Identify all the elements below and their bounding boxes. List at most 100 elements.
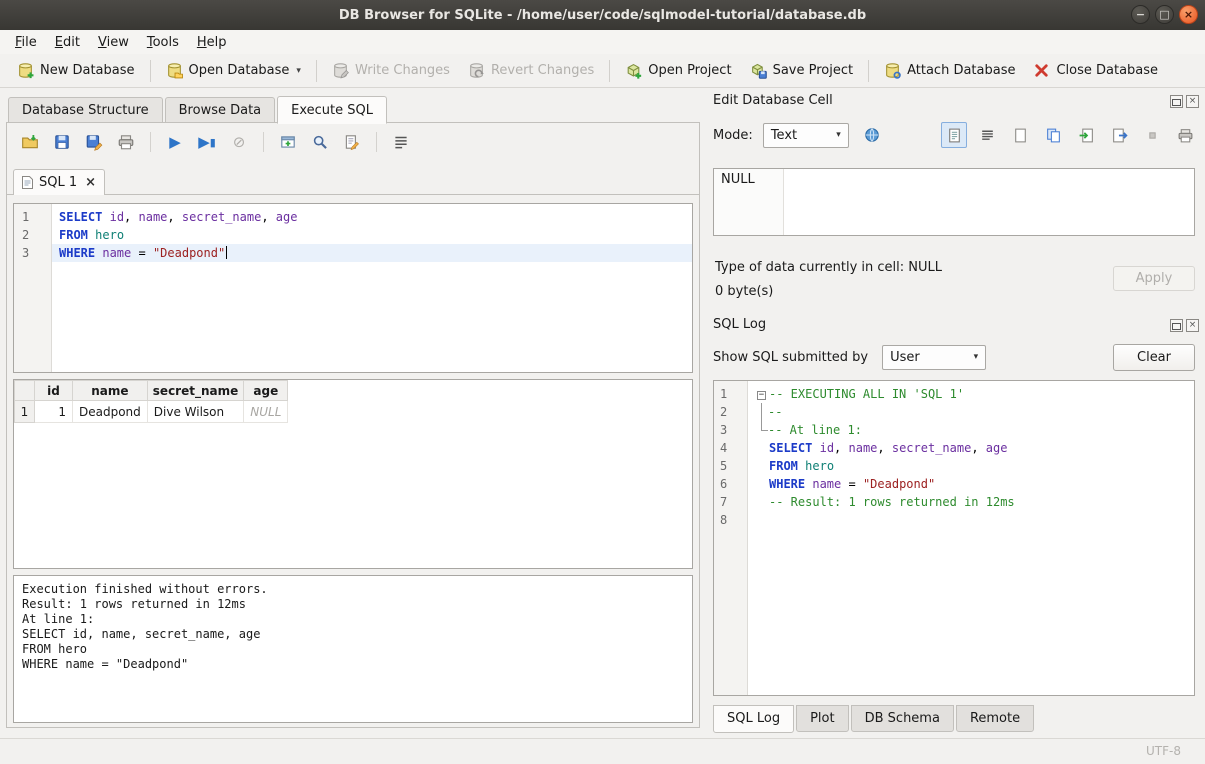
import-cell-button[interactable] <box>1073 122 1099 148</box>
document-pencil-icon <box>343 133 361 151</box>
export-icon <box>1111 127 1128 144</box>
undock-icon[interactable] <box>1170 95 1183 108</box>
log-gutter: 12345678 <box>714 381 748 695</box>
save-project-button[interactable]: Save Project <box>741 57 863 84</box>
copy-cell-button[interactable] <box>1040 122 1066 148</box>
status-bar: UTF-8 <box>0 738 1205 764</box>
sql-editor[interactable]: 123 SELECT id, name, secret_name, ageFRO… <box>13 203 693 373</box>
message-line: WHERE name = "Deadpond" <box>22 657 684 672</box>
document-icon <box>22 176 33 189</box>
menu-file[interactable]: File <box>6 32 46 53</box>
tab-plot[interactable]: Plot <box>796 705 849 732</box>
red-x-icon <box>1033 62 1050 79</box>
printer-icon <box>1177 127 1194 144</box>
tab-remote[interactable]: Remote <box>956 705 1034 732</box>
revert-changes-button[interactable]: Revert Changes <box>459 57 603 84</box>
menu-help[interactable]: Help <box>188 32 236 53</box>
open-database-dropdown-icon[interactable]: ▾ <box>296 66 301 76</box>
message-line: SELECT id, name, secret_name, age <box>22 627 684 642</box>
save-sql-as-button[interactable] <box>81 129 107 155</box>
attach-database-button[interactable]: Attach Database <box>875 57 1024 84</box>
mode-select[interactable]: Text ▾ <box>763 123 849 148</box>
open-sql-file-button[interactable] <box>17 129 43 155</box>
tab-database-structure[interactable]: Database Structure <box>8 97 163 123</box>
tab-execute-sql[interactable]: Execute SQL <box>277 96 387 124</box>
sql-log-title: SQL Log <box>713 317 766 332</box>
log-line: -- Result: 1 rows returned in 12ms <box>748 493 1194 511</box>
write-changes-button[interactable]: Write Changes <box>323 57 459 84</box>
export-cell-button[interactable] <box>1106 122 1132 148</box>
printer-icon <box>117 133 135 151</box>
row-header[interactable]: 1 <box>15 401 35 423</box>
cell-age[interactable]: NULL <box>244 401 288 423</box>
cell-secret_name[interactable]: Dive Wilson <box>147 401 243 423</box>
log-line <box>748 511 1194 529</box>
cell-editor[interactable]: NULL <box>713 168 1195 236</box>
find-replace-button[interactable] <box>307 129 333 155</box>
folder-open-icon <box>21 133 39 151</box>
close-panel-icon[interactable]: × <box>1186 95 1199 108</box>
submitter-select[interactable]: User ▾ <box>882 345 986 370</box>
sql-file-tab[interactable]: SQL 1 × <box>13 169 105 195</box>
cell-options-button[interactable] <box>859 122 885 148</box>
stop-execution-button[interactable]: ⊘ <box>226 129 252 155</box>
set-null-button[interactable] <box>1139 122 1165 148</box>
fold-marker-icon <box>761 421 768 431</box>
fold-marker-icon[interactable]: − <box>757 391 766 400</box>
menu-edit[interactable]: Edit <box>46 32 89 53</box>
print-cell-button[interactable] <box>1172 122 1198 148</box>
execute-line-button[interactable]: ▶▮ <box>194 129 220 155</box>
line-number: 3 <box>720 421 747 439</box>
play-line-icon: ▶ <box>198 135 210 150</box>
print-sql-button[interactable] <box>113 129 139 155</box>
new-database-button[interactable]: New Database <box>8 57 144 84</box>
play-icon: ▶ <box>169 135 181 150</box>
auto-format-button[interactable] <box>339 129 365 155</box>
database-folder-icon <box>166 62 183 79</box>
toolbar-separator <box>150 132 151 152</box>
execute-all-button[interactable]: ▶ <box>162 129 188 155</box>
open-project-button[interactable]: Open Project <box>616 57 740 84</box>
main-tab-bar: Database Structure Browse Data Execute S… <box>8 95 389 123</box>
window-title: DB Browser for SQLite - /home/user/code/… <box>339 8 866 23</box>
line-number: 1 <box>720 385 747 403</box>
save-sql-file-button[interactable] <box>49 129 75 155</box>
globe-icon <box>863 126 881 144</box>
filter-label: Show SQL submitted by <box>713 350 868 365</box>
word-wrap-button[interactable] <box>388 129 414 155</box>
justify-button[interactable] <box>974 122 1000 148</box>
line-number: 2 <box>22 226 51 244</box>
tab-browse-data[interactable]: Browse Data <box>165 97 276 123</box>
menu-tools[interactable]: Tools <box>138 32 188 53</box>
sql-log-view[interactable]: 12345678 −-- EXECUTING ALL IN 'SQL 1'---… <box>713 380 1195 696</box>
sql-tab-label: SQL 1 <box>39 175 77 190</box>
column-header-age[interactable]: age <box>244 381 288 401</box>
tab-sql-log[interactable]: SQL Log <box>713 705 794 733</box>
undock-icon[interactable] <box>1170 319 1183 332</box>
open-database-button[interactable]: Open Database ▾ <box>157 57 310 84</box>
cell-id[interactable]: 1 <box>35 401 73 423</box>
text-mode-button[interactable] <box>941 122 967 148</box>
new-tab-icon <box>279 133 297 151</box>
column-header-secret_name[interactable]: secret_name <box>147 381 243 401</box>
minimize-button[interactable]: − <box>1131 5 1150 24</box>
tab-db-schema[interactable]: DB Schema <box>851 705 954 732</box>
editor-gutter: 123 <box>14 204 52 372</box>
toolbar-separator <box>609 60 610 82</box>
cell-name[interactable]: Deadpond <box>73 401 148 423</box>
close-window-button[interactable]: × <box>1179 5 1198 24</box>
close-panel-icon[interactable]: × <box>1186 319 1199 332</box>
close-database-button[interactable]: Close Database <box>1024 57 1167 84</box>
open-new-tab-button[interactable] <box>275 129 301 155</box>
menu-view[interactable]: View <box>89 32 138 53</box>
dock-tab-bar: SQL Log Plot DB Schema Remote <box>713 705 1036 732</box>
clear-log-button[interactable]: Clear <box>1113 344 1195 371</box>
close-tab-icon[interactable]: × <box>85 175 96 190</box>
maximize-button[interactable]: □ <box>1155 5 1174 24</box>
cell-value: NULL <box>721 172 755 187</box>
database-undo-icon <box>468 62 485 79</box>
binary-mode-button[interactable] <box>1007 122 1033 148</box>
apply-button[interactable]: Apply <box>1113 266 1195 291</box>
column-header-name[interactable]: name <box>73 381 148 401</box>
column-header-id[interactable]: id <box>35 381 73 401</box>
